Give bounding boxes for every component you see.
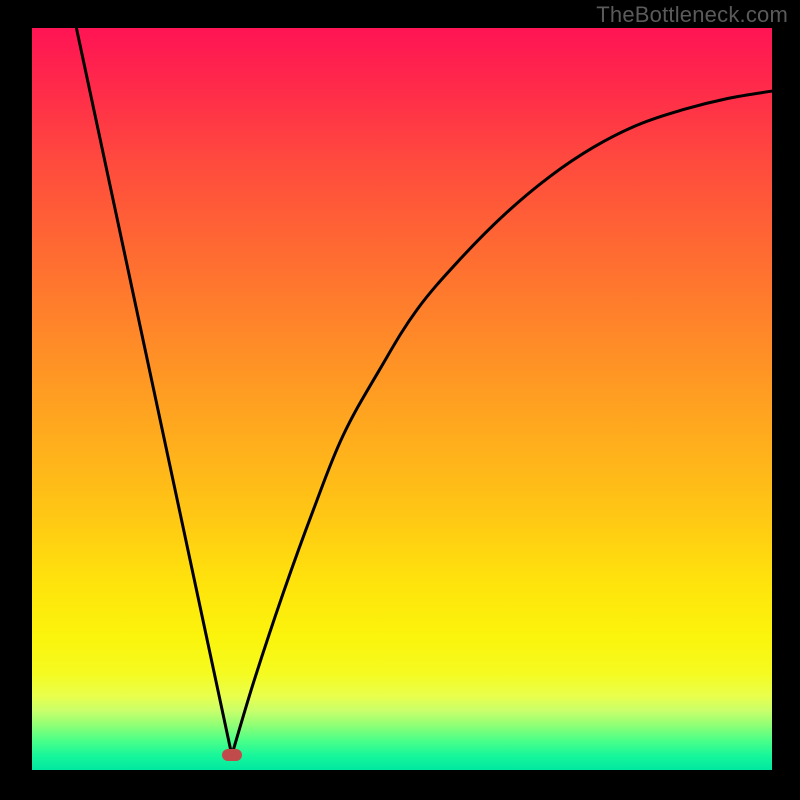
curve-layer bbox=[32, 28, 772, 770]
curve-left-branch bbox=[76, 28, 231, 755]
curve-right-branch bbox=[232, 91, 772, 755]
watermark-text: TheBottleneck.com bbox=[596, 2, 788, 28]
minimum-marker bbox=[222, 749, 242, 761]
plot-area bbox=[32, 28, 772, 770]
chart-frame: TheBottleneck.com bbox=[0, 0, 800, 800]
